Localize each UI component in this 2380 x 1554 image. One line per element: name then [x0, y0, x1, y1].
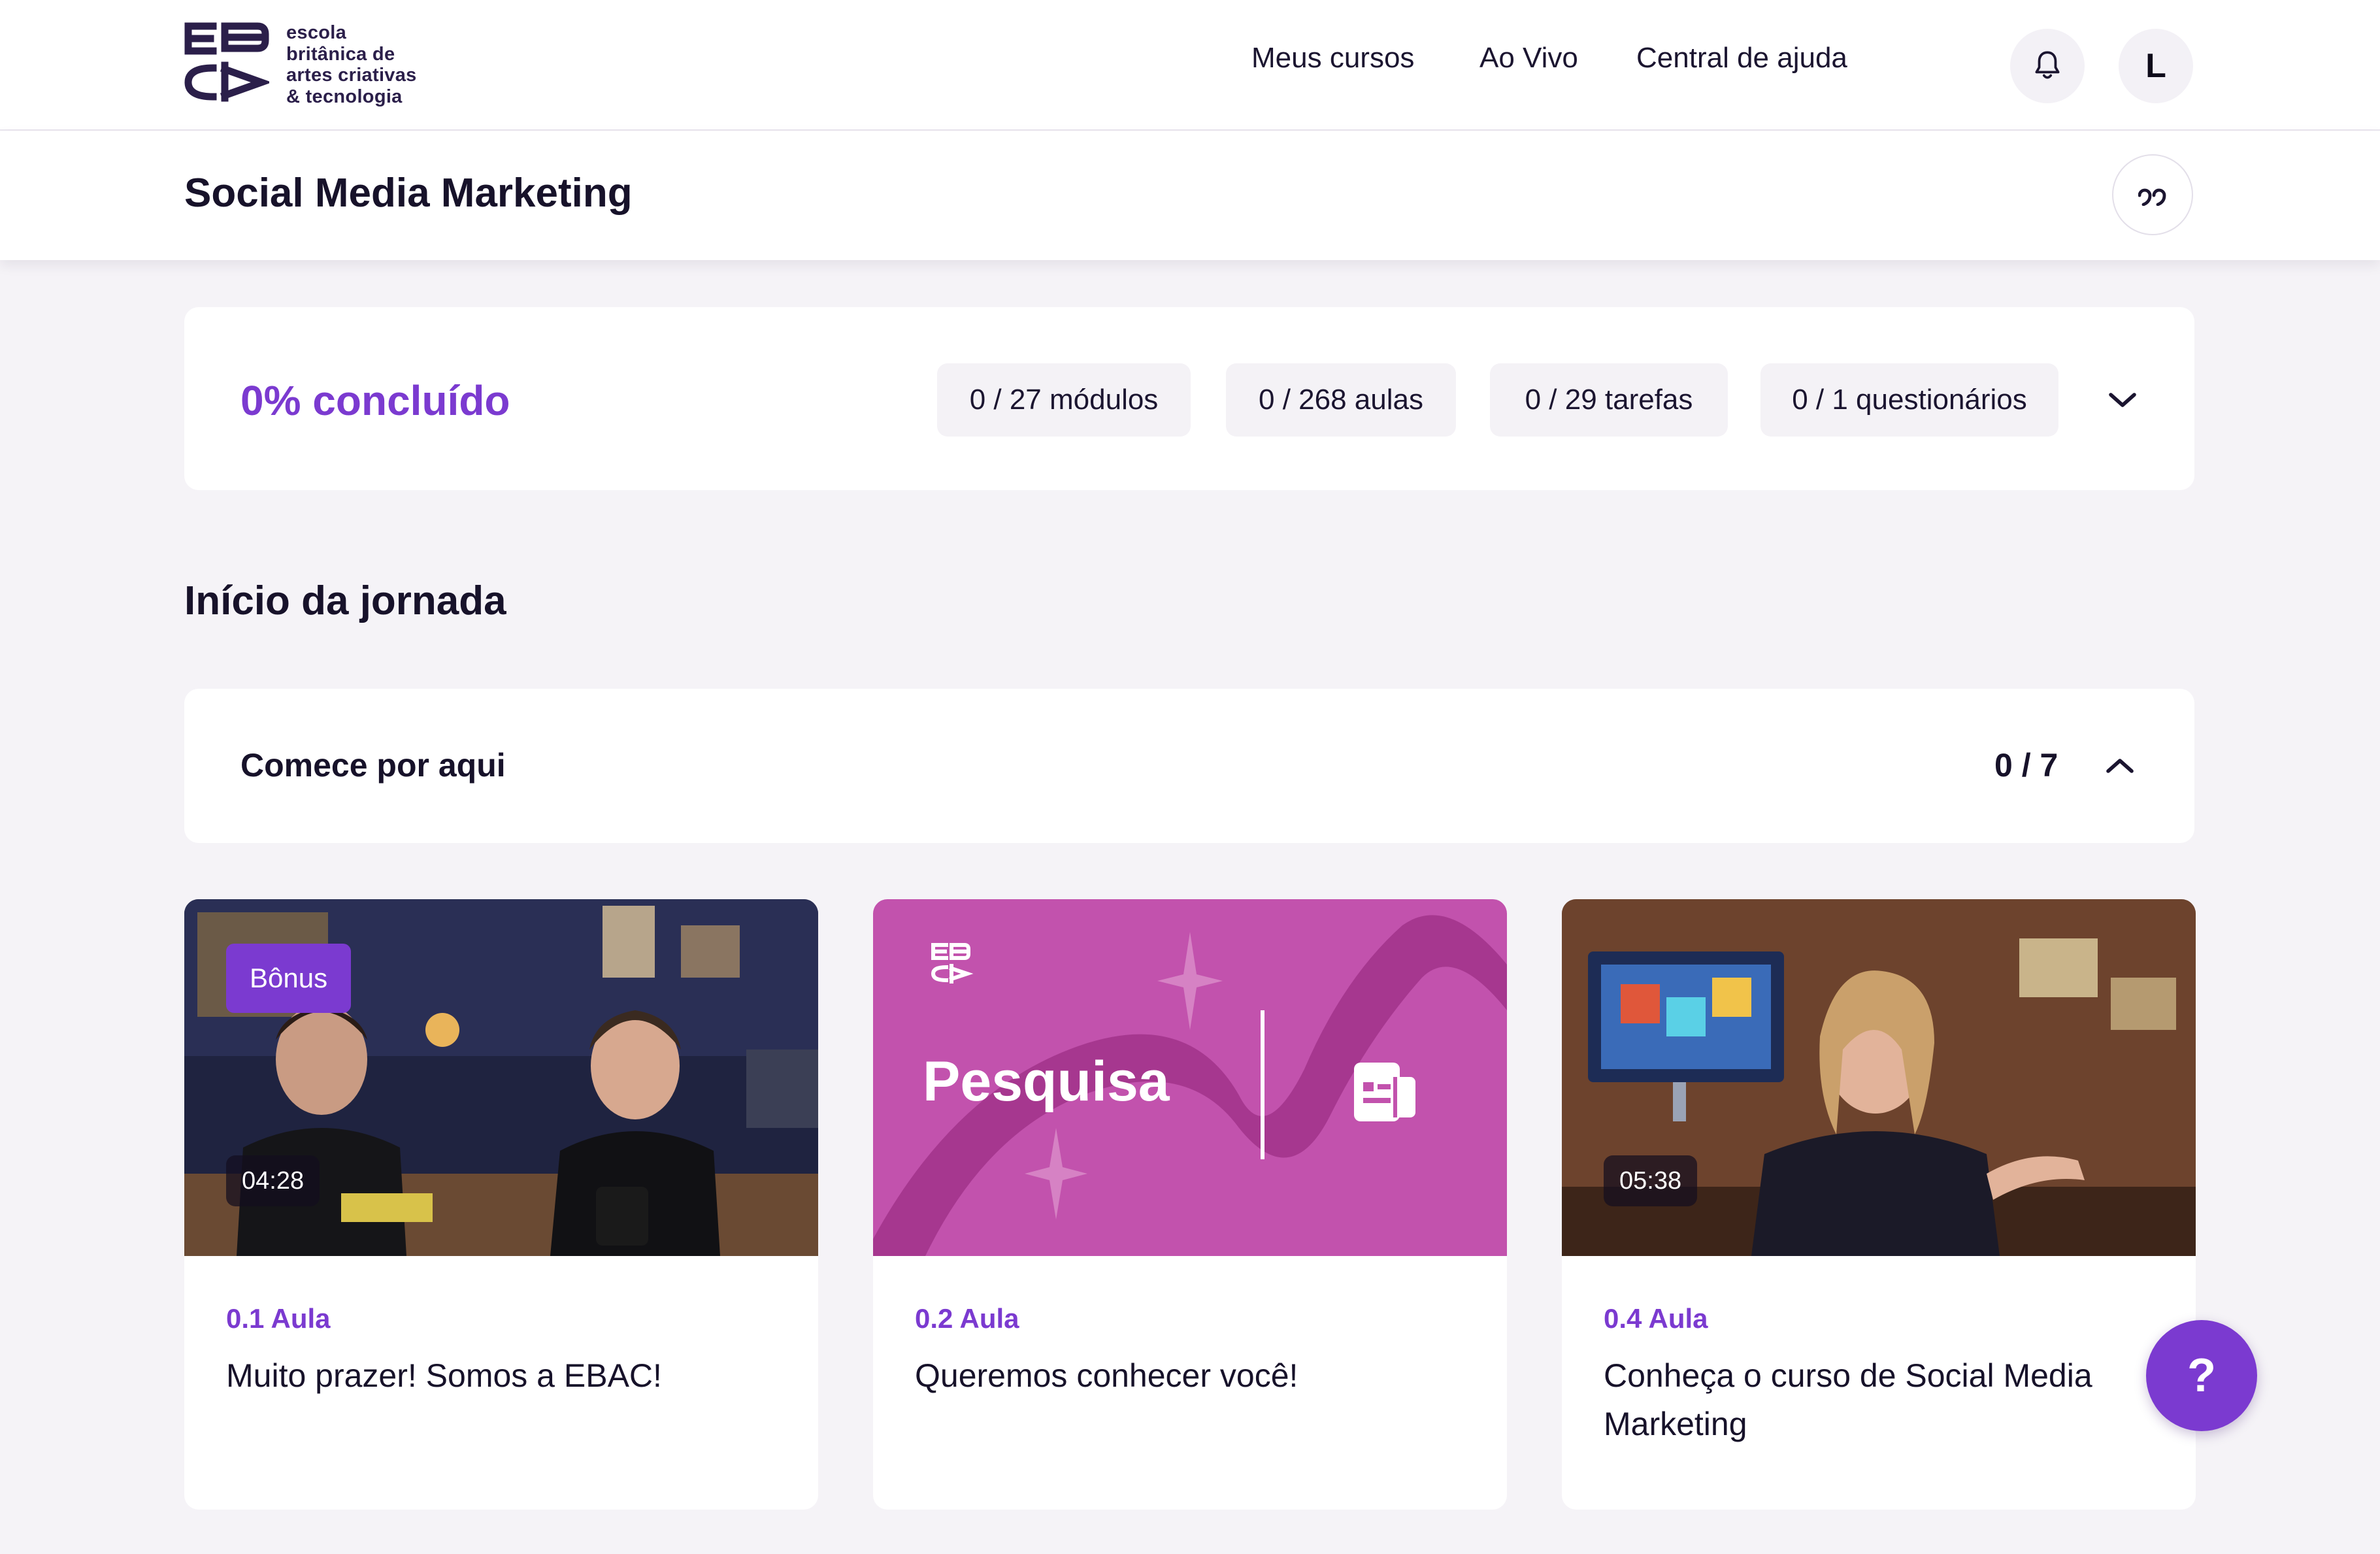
- chevron-up-icon: [2106, 759, 2134, 773]
- stat-quizzes: 0 / 1 questionários: [1760, 363, 2058, 437]
- section-title: Início da jornada: [184, 578, 506, 623]
- top-navigation-bar: escola britânica de artes criativas & te…: [0, 0, 2380, 131]
- course-title: Social Media Marketing: [184, 171, 633, 216]
- stat-modules: 0 / 27 módulos: [937, 363, 1191, 437]
- user-avatar[interactable]: L: [2119, 29, 2193, 103]
- ebac-logo[interactable]: escola britânica de artes criativas & te…: [184, 22, 433, 107]
- bell-icon: [2035, 51, 2060, 79]
- progress-card: 0% concluído 0 / 27 módulos 0 / 268 aula…: [184, 307, 2194, 490]
- thumbnail-title: Pesquisa: [923, 1050, 1170, 1113]
- progress-expand-button[interactable]: [2095, 372, 2150, 427]
- lesson-title: Conheça o curso de Social Media Marketin…: [1604, 1357, 2092, 1442]
- bonus-badge: Bônus: [226, 944, 352, 1013]
- module-collapse-button[interactable]: [2092, 738, 2147, 793]
- nav-meus-cursos[interactable]: Meus cursos: [1251, 42, 1414, 74]
- lesson-title: Queremos conhecer você!: [915, 1357, 1298, 1394]
- video-duration: 05:38: [1604, 1155, 1698, 1206]
- notes-button[interactable]: [2112, 154, 2193, 235]
- lesson-number: 0.2 Aula: [915, 1303, 1019, 1334]
- notifications-button[interactable]: [2010, 29, 2085, 103]
- progress-percent-label: 0% concluído: [240, 377, 510, 424]
- module-title: Comece por aqui: [240, 747, 506, 784]
- nav-ao-vivo[interactable]: Ao Vivo: [1479, 42, 1578, 74]
- lesson-card[interactable]: Pesquisa 0.2 Aula Queremos conhecer você…: [873, 899, 1507, 1510]
- module-header[interactable]: Comece por aqui 0 / 7: [184, 689, 2194, 843]
- help-button[interactable]: ?: [2146, 1320, 2257, 1431]
- module-progress-count: 0 / 7: [1994, 747, 2058, 784]
- quote-icon: [2138, 188, 2166, 206]
- stat-tasks: 0 / 29 tarefas: [1490, 363, 1728, 437]
- lesson-title: Muito prazer! Somos a EBAC!: [226, 1357, 662, 1394]
- lesson-thumbnail[interactable]: 05:38: [1562, 899, 2196, 1256]
- video-duration: 04:28: [226, 1155, 320, 1206]
- lesson-number: 0.4 Aula: [1604, 1303, 1708, 1334]
- lesson-number: 0.1 Aula: [226, 1303, 331, 1334]
- ebac-logo-mark: [184, 22, 269, 102]
- course-header: Social Media Marketing: [0, 131, 2380, 260]
- lesson-thumbnail[interactable]: Pesquisa: [873, 899, 1507, 1256]
- avatar-letter: L: [2145, 47, 2166, 85]
- lesson-card[interactable]: 05:38 0.4 Aula Conheça o curso de Social…: [1562, 899, 2196, 1510]
- lesson-card[interactable]: Bônus 04:28 0.1 Aula Muito prazer! Somos…: [184, 899, 818, 1510]
- nav-central-de-ajuda[interactable]: Central de ajuda: [1636, 42, 1847, 74]
- lesson-thumbnail[interactable]: Bônus 04:28: [184, 899, 818, 1256]
- chevron-down-icon: [2109, 393, 2136, 407]
- stat-lessons: 0 / 268 aulas: [1226, 363, 1456, 437]
- logo-text: escola britânica de artes criativas & te…: [286, 22, 417, 107]
